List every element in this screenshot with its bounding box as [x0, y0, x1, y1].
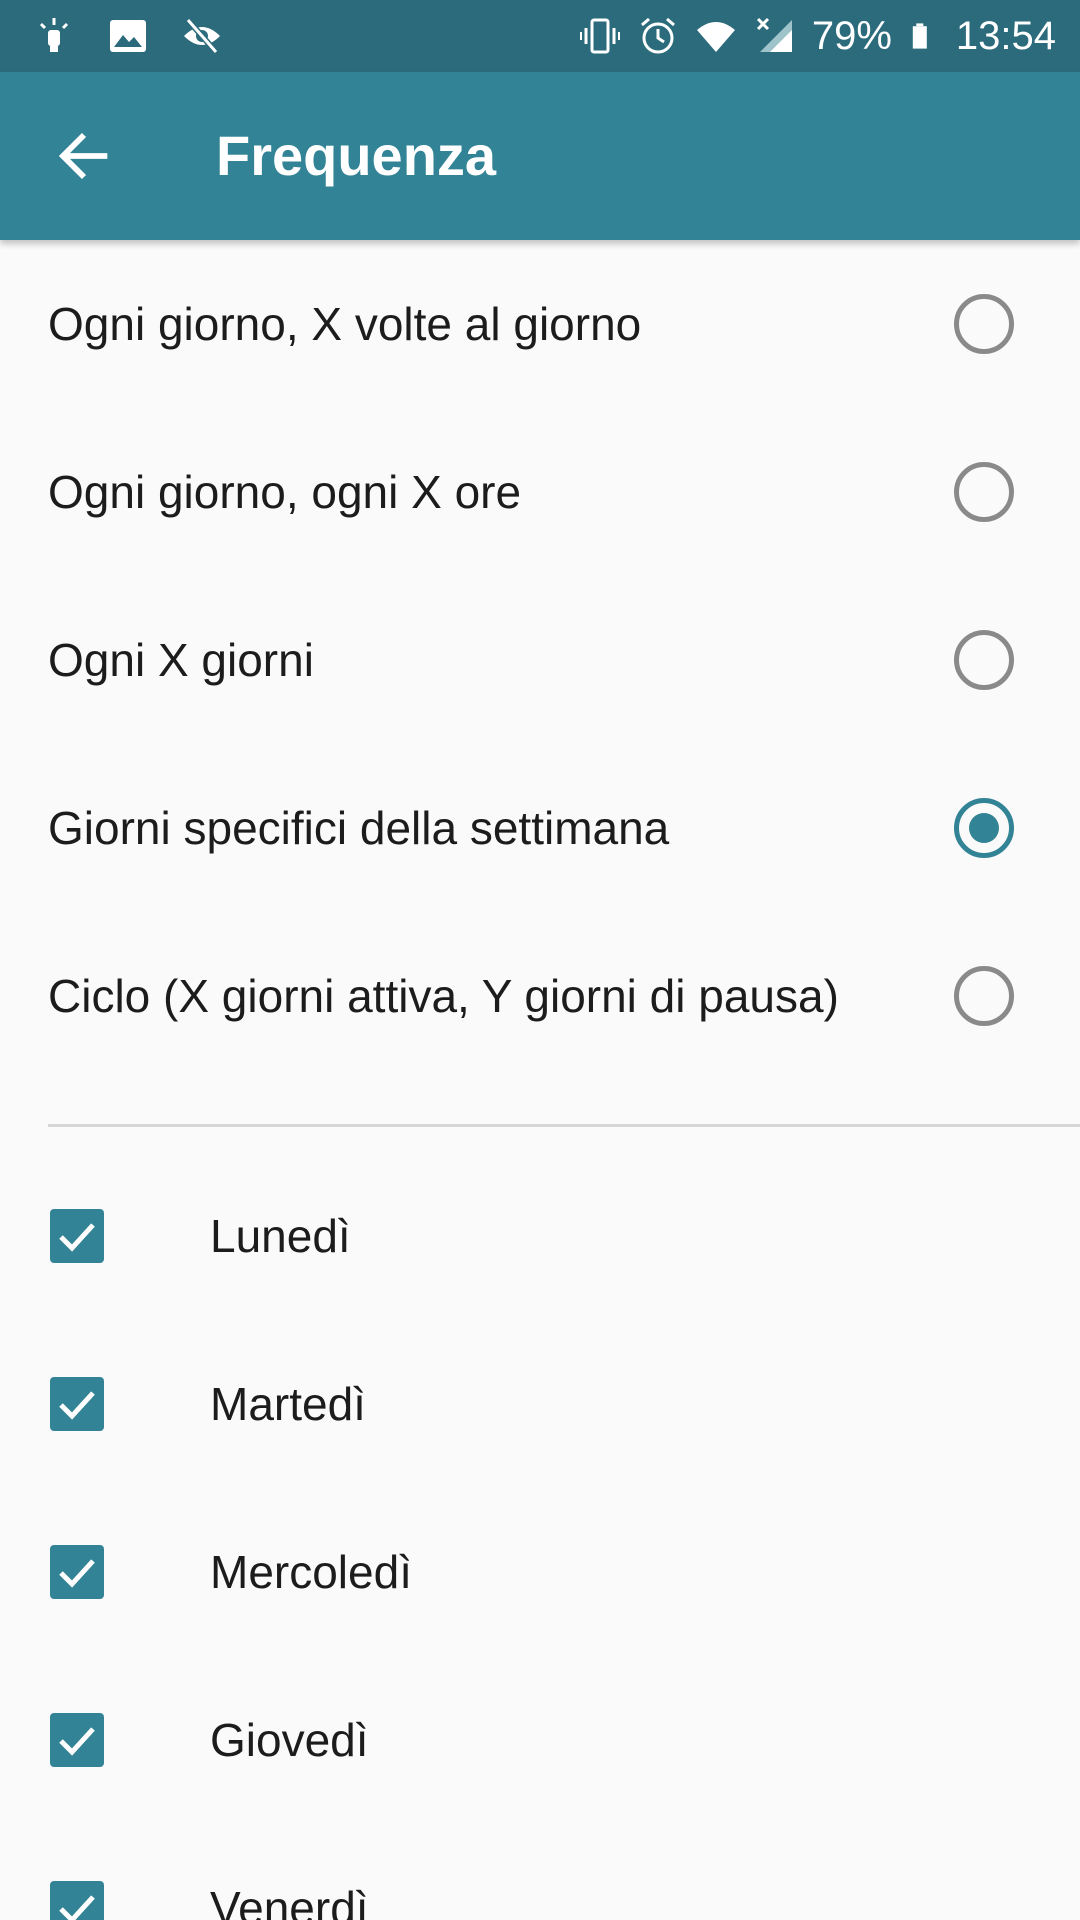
day-label: Mercoledì [210, 1546, 412, 1598]
battery-percent: 79% [811, 14, 892, 58]
day-label: Lunedì [210, 1210, 351, 1262]
signal-icon [756, 17, 792, 52]
option-every-day-every-x-hours[interactable]: Ogni giorno, ogni X ore [0, 408, 1080, 576]
option-label: Ogni X giorni [48, 634, 314, 686]
check-icon [59, 1559, 95, 1588]
back-button[interactable] [36, 108, 132, 204]
day-label: Giovedì [210, 1714, 369, 1766]
day-row-martedi[interactable]: Martedì [0, 1320, 1080, 1488]
check-icon [59, 1895, 95, 1920]
day-row-venerdi[interactable]: Venerdì [0, 1824, 1080, 1920]
alarm-icon [640, 17, 675, 54]
radio-button-selected[interactable] [954, 798, 1014, 858]
image-icon [110, 20, 146, 52]
checkbox[interactable] [50, 1377, 104, 1431]
day-row-lunedi[interactable]: Lunedì [0, 1152, 1080, 1320]
eye-off-icon [184, 18, 220, 54]
frequency-options: Ogni giorno, X volte al giorno Ogni gior… [0, 240, 1080, 1080]
option-label: Giorni specifici della settimana [48, 802, 670, 854]
status-notification-icons [34, 0, 222, 72]
option-every-day-x-times[interactable]: Ogni giorno, X volte al giorno [0, 240, 1080, 408]
radio-button[interactable] [954, 462, 1014, 522]
divider [48, 1124, 1080, 1127]
option-label: Ogni giorno, ogni X ore [48, 466, 522, 518]
day-row-giovedi[interactable]: Giovedì [0, 1656, 1080, 1824]
status-system-icons: 79% 13:54 [579, 0, 1056, 72]
option-label: Ogni giorno, X volte al giorno [48, 298, 642, 350]
wifi-icon [696, 22, 735, 52]
screen: 79% 13:54 Frequenza Ogni giorno, X volte… [0, 0, 1080, 1920]
day-row-mercoledi[interactable]: Mercoledì [0, 1488, 1080, 1656]
status-bar: 79% 13:54 [0, 0, 1080, 72]
page-title: Frequenza [216, 124, 497, 187]
option-cycle[interactable]: Ciclo (X giorni attiva, Y giorni di paus… [0, 912, 1080, 1080]
vibrate-icon [579, 18, 620, 54]
radio-button[interactable] [954, 966, 1014, 1026]
check-icon [59, 1223, 95, 1252]
option-label: Ciclo (X giorni attiva, Y giorni di paus… [48, 970, 839, 1022]
weekday-list: Lunedì Martedì Mercoledì Giovedì Venerdì [0, 1152, 1080, 1920]
light-bulb-icon [39, 18, 69, 52]
checkbox[interactable] [50, 1713, 104, 1767]
radio-button[interactable] [954, 294, 1014, 354]
checkbox[interactable] [50, 1545, 104, 1599]
arrow-back-icon [58, 132, 108, 180]
option-specific-weekdays[interactable]: Giorni specifici della settimana [0, 744, 1080, 912]
checkbox[interactable] [50, 1881, 104, 1920]
day-label: Venerdì [210, 1882, 369, 1920]
checkbox[interactable] [50, 1209, 104, 1263]
clock: 13:54 [955, 14, 1056, 58]
check-icon [59, 1727, 95, 1756]
option-every-x-days[interactable]: Ogni X giorni [0, 576, 1080, 744]
radio-button[interactable] [954, 630, 1014, 690]
day-label: Martedì [210, 1378, 366, 1430]
battery-icon [912, 23, 927, 49]
app-bar: Frequenza [0, 72, 1080, 240]
check-icon [59, 1391, 95, 1420]
